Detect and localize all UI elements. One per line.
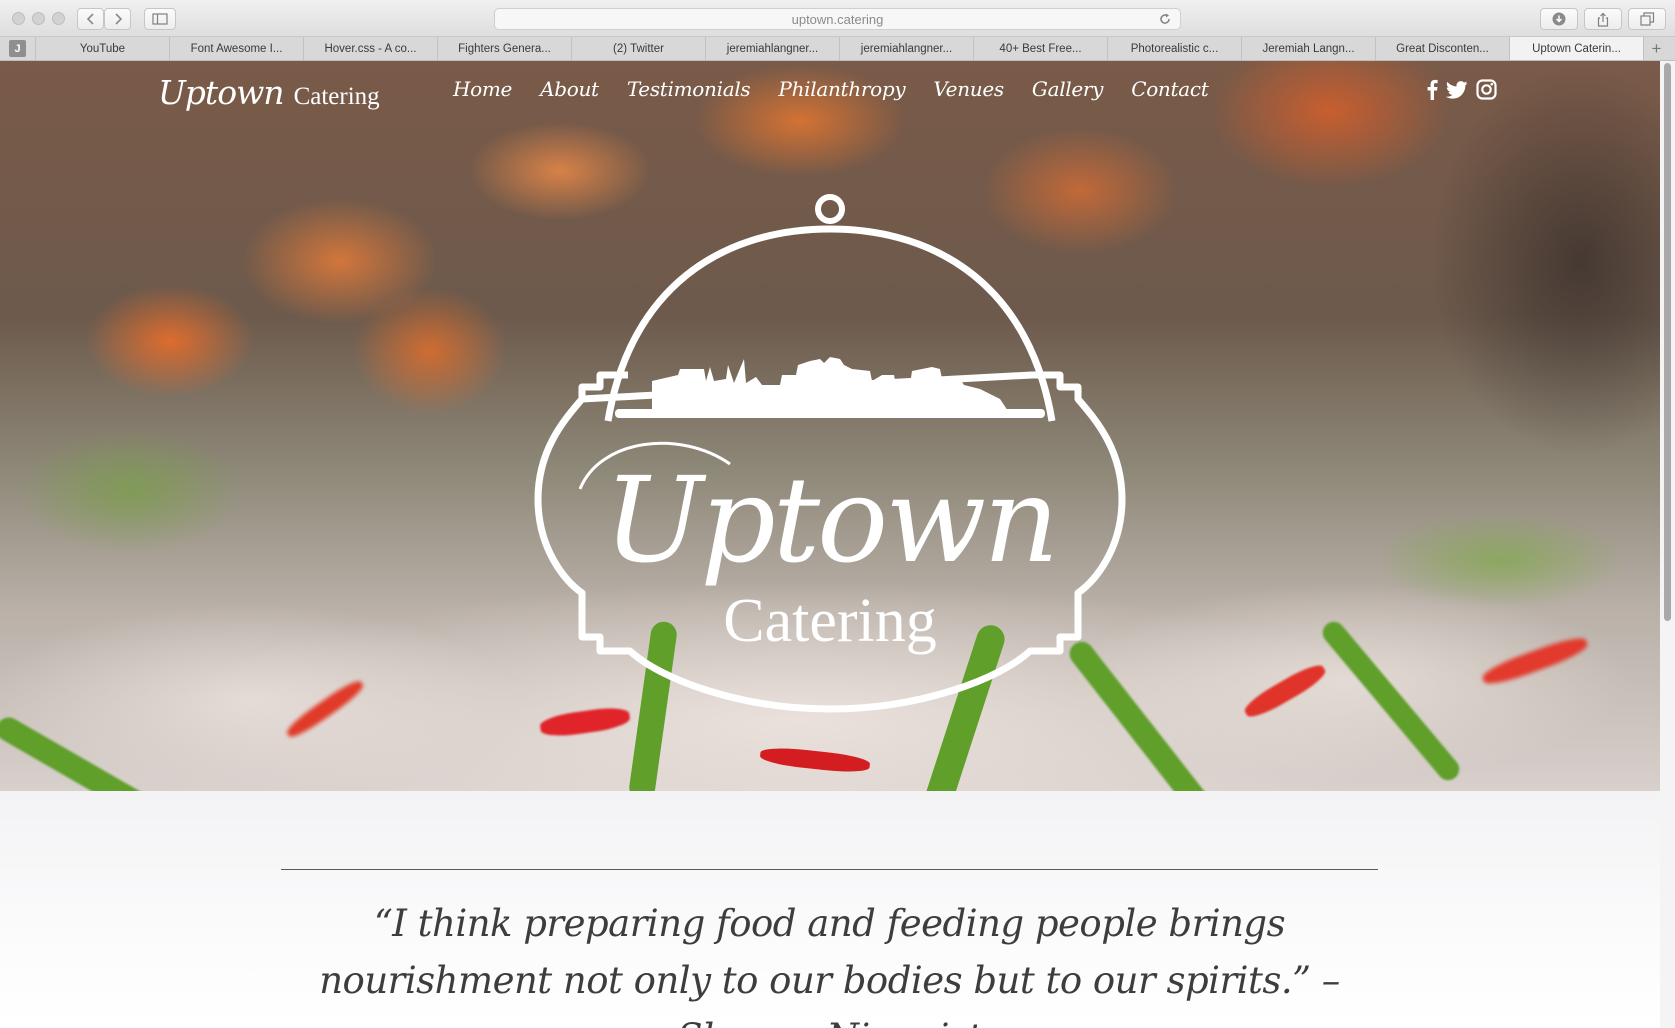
instagram-icon[interactable] [1476, 79, 1497, 105]
main-nav: Home About Testimonials Philanthropy Ven… [453, 77, 1209, 101]
sidebar-toggle-button[interactable] [144, 8, 176, 30]
emblem-plain-text: Catering [723, 587, 937, 655]
quote-section: “I think preparing food and feeding peop… [0, 791, 1660, 1028]
twitter-icon[interactable] [1445, 80, 1468, 104]
chevron-right-icon [114, 13, 122, 25]
quote-text: “I think preparing food and feeding peop… [319, 902, 1340, 1028]
green-bean [1318, 617, 1464, 785]
tab-youtube[interactable]: YouTube [36, 37, 170, 60]
divider-line [281, 869, 1378, 870]
nav-about[interactable]: About [540, 77, 599, 101]
tab-photorealistic[interactable]: Photorealistic c... [1108, 37, 1242, 60]
tab-uptown-catering[interactable]: Uptown Caterin... [1510, 37, 1644, 60]
pepper-slice [283, 676, 367, 742]
tab-jeremiah-langner[interactable]: Jeremiah Langn... [1242, 37, 1376, 60]
zoom-window-button[interactable] [52, 12, 65, 25]
facebook-icon[interactable] [1426, 79, 1438, 105]
tabs-icon [1639, 12, 1654, 26]
nav-gallery[interactable]: Gallery [1032, 77, 1104, 101]
tab-fighters-generator[interactable]: Fighters Genera... [438, 37, 572, 60]
forward-button[interactable] [104, 8, 131, 30]
hero-shadow [1360, 61, 1660, 501]
back-button[interactable] [77, 8, 104, 30]
pepper-slice [1241, 659, 1329, 723]
browser-toolbar: uptown.catering [0, 0, 1675, 37]
chevron-left-icon [86, 13, 94, 25]
logo-plain-text: Catering [293, 83, 380, 110]
nav-venues[interactable]: Venues [933, 77, 1004, 101]
page-scrollbar[interactable] [1660, 61, 1675, 1028]
social-links [1426, 79, 1497, 105]
hero-section: Uptown Catering Home About Testimonials … [0, 61, 1660, 791]
close-window-button[interactable] [12, 12, 25, 25]
downloads-button[interactable] [1540, 8, 1578, 30]
new-tab-button[interactable]: + [1644, 37, 1669, 60]
tab-bar: J YouTube Font Awesome I... Hover.css - … [0, 37, 1675, 61]
tab-jeremiahlangner-1[interactable]: jeremiahlangner... [706, 37, 840, 60]
tab-great-discontent[interactable]: Great Disconten... [1376, 37, 1510, 60]
share-button[interactable] [1584, 8, 1622, 30]
tab-overview-button[interactable] [1628, 8, 1666, 30]
nav-testimonials[interactable]: Testimonials [627, 77, 751, 101]
share-icon [1597, 12, 1609, 27]
pinned-tab[interactable]: J [0, 37, 36, 60]
scrollbar-thumb[interactable] [1664, 63, 1671, 621]
uptown-emblem: Uptown Catering [530, 189, 1130, 724]
pepper-slice [759, 745, 871, 775]
tab-twitter[interactable]: (2) Twitter [572, 37, 706, 60]
tab-font-awesome[interactable]: Font Awesome I... [170, 37, 304, 60]
tab-best-free[interactable]: 40+ Best Free... [974, 37, 1108, 60]
site-logo[interactable]: Uptown Catering [158, 73, 380, 112]
url-text: uptown.catering [791, 11, 884, 27]
emblem-script-text: Uptown [604, 451, 1056, 589]
nav-philanthropy[interactable]: Philanthropy [778, 77, 905, 101]
minimize-window-button[interactable] [32, 12, 45, 25]
logo-script-text: Uptown [158, 73, 285, 112]
pinned-favicon: J [9, 40, 26, 57]
address-bar[interactable]: uptown.catering [494, 8, 1181, 30]
reload-icon[interactable] [1158, 12, 1172, 26]
download-icon [1552, 12, 1566, 26]
sidebar-icon [152, 13, 168, 25]
nav-home[interactable]: Home [453, 77, 512, 101]
plus-icon: + [1651, 38, 1662, 58]
nav-contact[interactable]: Contact [1131, 77, 1209, 101]
tab-jeremiahlangner-2[interactable]: jeremiahlangner... [840, 37, 974, 60]
green-bean [0, 713, 152, 791]
tab-hover-css[interactable]: Hover.css - A co... [304, 37, 438, 60]
pepper-slice [1479, 632, 1591, 690]
